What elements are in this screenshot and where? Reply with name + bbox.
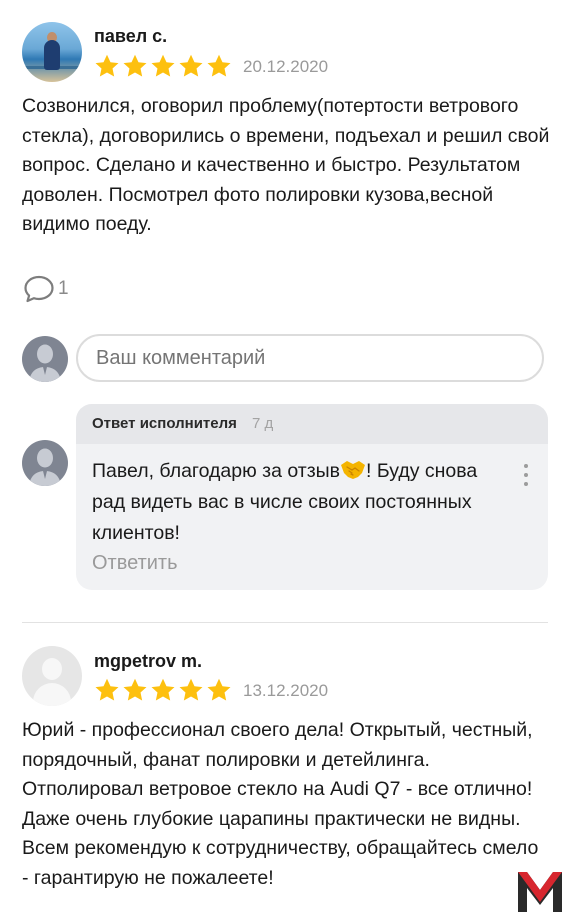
comments-toggle[interactable]: 1 [22, 274, 69, 304]
reply-time: 7 д [252, 415, 274, 432]
comments-count: 1 [58, 278, 69, 299]
reply-author-label: Ответ исполнителя [92, 415, 237, 432]
review-date: 20.12.2020 [243, 57, 329, 76]
star-icon [179, 678, 203, 701]
review-author[interactable]: mgpetrov m. [94, 651, 202, 672]
owner-avatar [22, 440, 68, 486]
handshake-emoji [341, 461, 366, 479]
star-icon [151, 54, 175, 77]
more-vertical-icon[interactable] [524, 464, 530, 491]
star-rating [94, 677, 232, 703]
review-date: 13.12.2020 [243, 681, 329, 700]
star-icon [207, 678, 231, 701]
review-text: Созвонился, оговорил проблему(потертости… [22, 95, 550, 235]
star-icon [95, 678, 119, 701]
brand-logo [518, 872, 562, 912]
star-icon [151, 678, 175, 701]
owner-reply: Ответ исполнителя 7 д Павел, благодарю з… [76, 404, 548, 590]
reply-text: Павел, благодарю за отзыв! Буду снова ра… [92, 456, 502, 549]
current-user-avatar [22, 336, 68, 382]
user-avatar[interactable] [22, 22, 82, 82]
star-icon [179, 54, 203, 77]
user-avatar[interactable] [22, 646, 82, 706]
reply-header: Ответ исполнителя 7 д [76, 404, 548, 444]
comment-icon [24, 275, 54, 303]
review-text: Юрий - профессионал своего дела! Открыты… [22, 719, 539, 889]
star-icon [95, 54, 119, 77]
reply-text-part-1: Павел, благодарю за отзыв [92, 460, 341, 482]
reply-answer-button[interactable]: Ответить [92, 552, 178, 575]
review-author[interactable]: павел с. [94, 26, 167, 47]
star-icon [123, 678, 147, 701]
star-icon [123, 54, 147, 77]
star-rating [94, 53, 232, 79]
star-icon [207, 54, 231, 77]
comment-input[interactable] [76, 334, 544, 382]
review-divider [22, 622, 548, 623]
